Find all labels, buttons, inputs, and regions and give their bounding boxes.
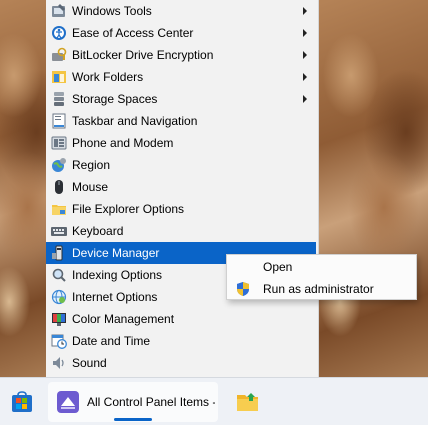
file-explorer-icon[interactable] xyxy=(236,390,260,414)
menu-item-mouse[interactable]: Mouse xyxy=(46,176,316,198)
microsoft-store-icon[interactable] xyxy=(10,390,34,414)
date-time-icon xyxy=(51,333,67,349)
menu-item-bitlocker-drive-encryption[interactable]: BitLocker Drive Encryption xyxy=(46,44,316,66)
menu-item-label: Color Management xyxy=(72,312,175,326)
menu-item-file-explorer-options[interactable]: File Explorer Options xyxy=(46,198,316,220)
ease-of-access-icon xyxy=(51,25,67,41)
taskbar-app-label: All Control Panel Items - xyxy=(87,395,215,409)
menu-item-label: Indexing Options xyxy=(72,268,163,282)
menu-item-color-management[interactable]: Color Management xyxy=(46,308,316,330)
submenu-arrow-icon xyxy=(303,7,307,15)
menu-item-taskbar-and-navigation[interactable]: Taskbar and Navigation xyxy=(46,110,316,132)
menu-item-label: Mouse xyxy=(72,180,109,194)
keyboard-icon xyxy=(51,223,67,239)
menu-item-label: File Explorer Options xyxy=(72,202,185,216)
submenu-arrow-icon xyxy=(303,73,307,81)
menu-item-label: Sound xyxy=(72,356,107,370)
mouse-icon xyxy=(51,179,67,195)
device-manager-icon xyxy=(51,245,67,261)
menu-item-keyboard[interactable]: Keyboard xyxy=(46,220,316,242)
indexing-options-icon xyxy=(51,267,67,283)
menu-item-work-folders[interactable]: Work Folders xyxy=(46,66,316,88)
menu-item-storage-spaces[interactable]: Storage Spaces xyxy=(46,88,316,110)
work-folders-icon xyxy=(51,69,67,85)
taskbar: All Control Panel Items - xyxy=(0,377,428,425)
submenu-arrow-icon xyxy=(303,29,307,37)
menu-item-phone-and-modem[interactable]: Phone and Modem xyxy=(46,132,316,154)
context-menu-run-as-administrator[interactable]: Run as administrator xyxy=(227,278,416,300)
desktop-wallpaper-right xyxy=(318,0,428,377)
context-menu: Open Run as administrator xyxy=(226,254,417,300)
color-management-icon xyxy=(51,311,67,327)
windows-tools-icon xyxy=(51,3,67,19)
menu-item-label: Work Folders xyxy=(72,70,144,84)
submenu-arrow-icon xyxy=(303,95,307,103)
context-menu-open[interactable]: Open xyxy=(227,256,416,278)
menu-item-region[interactable]: Region xyxy=(46,154,316,176)
context-menu-run-as-administrator-label: Run as administrator xyxy=(263,282,374,296)
menu-item-label: Phone and Modem xyxy=(72,136,174,150)
taskbar-navigation-icon xyxy=(51,113,67,129)
menu-item-sound[interactable]: Sound xyxy=(46,352,316,374)
storage-spaces-icon xyxy=(51,91,67,107)
internet-options-icon xyxy=(51,289,67,305)
file-explorer-options-icon xyxy=(51,201,67,217)
desktop-wallpaper-left xyxy=(0,0,46,377)
menu-item-label: Region xyxy=(72,158,111,172)
context-menu-open-label: Open xyxy=(263,260,293,274)
menu-item-label: Device Manager xyxy=(72,246,160,260)
active-app-indicator xyxy=(114,418,152,421)
menu-item-label: Taskbar and Navigation xyxy=(72,114,198,128)
control-panel-icon xyxy=(57,391,79,413)
taskbar-app-control-panel[interactable]: All Control Panel Items - xyxy=(48,382,218,422)
menu-item-label: BitLocker Drive Encryption xyxy=(72,48,214,62)
uac-shield-icon xyxy=(235,281,251,297)
region-icon xyxy=(51,157,67,173)
menu-item-label: Storage Spaces xyxy=(72,92,158,106)
bitlocker-icon xyxy=(51,47,67,63)
menu-item-date-and-time[interactable]: Date and Time xyxy=(46,330,316,352)
submenu-arrow-icon xyxy=(303,51,307,59)
menu-item-label: Date and Time xyxy=(72,334,151,348)
phone-modem-icon xyxy=(51,135,67,151)
menu-item-ease-of-access-center[interactable]: Ease of Access Center xyxy=(46,22,316,44)
menu-item-label: Internet Options xyxy=(72,290,158,304)
menu-item-label: Keyboard xyxy=(72,224,124,238)
menu-item-label: Ease of Access Center xyxy=(72,26,194,40)
sound-icon xyxy=(51,355,67,371)
menu-item-windows-tools[interactable]: Windows Tools xyxy=(46,0,316,22)
control-panel-submenu: Windows Tools Ease of Access Center BitL… xyxy=(46,0,318,377)
menu-item-label: Windows Tools xyxy=(72,4,152,18)
